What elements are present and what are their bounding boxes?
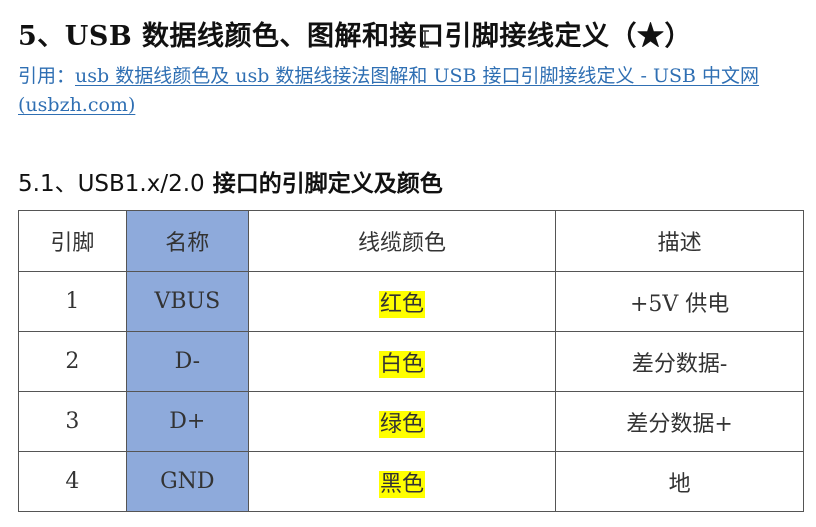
cell-cable-color: 绿色	[247, 391, 557, 452]
table-row: 1 VBUS 红色 +5V 供电	[18, 271, 804, 332]
header-description: 描述	[555, 210, 804, 272]
cell-description: +5V 供电	[555, 271, 804, 332]
cell-cable-color: 黑色	[247, 451, 557, 512]
table-row: 4 GND 黑色 地	[18, 451, 804, 512]
table-row: 2 D- 白色 差分数据-	[18, 331, 804, 392]
header-cable-color: 线缆颜色	[247, 210, 557, 272]
cell-name: GND	[125, 451, 249, 512]
reference-prefix: 引用：	[18, 65, 76, 87]
pin-definition-table: 引脚 名称 线缆颜色 描述 1 VBUS 红色 +5V 供电 2 D- 白色 差…	[18, 210, 804, 512]
subsection-text: 接口的引脚定义及颜色	[204, 170, 443, 197]
cell-pin: 2	[18, 331, 127, 392]
color-highlight: 白色	[379, 350, 426, 378]
table-header-row: 引脚 名称 线缆颜色 描述	[18, 210, 804, 272]
cell-cable-color: 白色	[247, 331, 557, 392]
cell-description: 差分数据-	[555, 331, 804, 392]
color-highlight: 红色	[379, 290, 426, 318]
color-highlight: 绿色	[379, 410, 426, 438]
cell-pin: 4	[18, 451, 127, 512]
section-title: 5、USB 数据线颜色、图解和接口引脚接线定义（★）	[18, 21, 693, 52]
cell-cable-color: 红色	[247, 271, 557, 332]
cell-pin: 3	[18, 391, 127, 452]
cell-name: VBUS	[125, 271, 249, 332]
header-pin: 引脚	[18, 210, 127, 272]
text-cursor-icon	[421, 30, 429, 48]
header-name: 名称	[125, 210, 249, 272]
cell-description: 地	[555, 451, 804, 512]
reference-link[interactable]: usb 数据线颜色及 usb 数据线接法图解和 USB 接口引脚接线定义 - U…	[18, 65, 759, 116]
cell-name: D-	[125, 331, 249, 392]
cell-name: D+	[125, 391, 249, 452]
color-highlight: 黑色	[379, 470, 426, 498]
cell-pin: 1	[18, 271, 127, 332]
reference-line: 引用：usb 数据线颜色及 usb 数据线接法图解和 USB 接口引脚接线定义 …	[18, 62, 813, 120]
subsection-number: 5.1、USB1.x/2.0	[18, 171, 205, 197]
table-row: 3 D+ 绿色 差分数据+	[18, 391, 804, 452]
subsection-title: 5.1、USB1.x/2.0 接口的引脚定义及颜色	[18, 164, 443, 198]
cell-description: 差分数据+	[555, 391, 804, 452]
